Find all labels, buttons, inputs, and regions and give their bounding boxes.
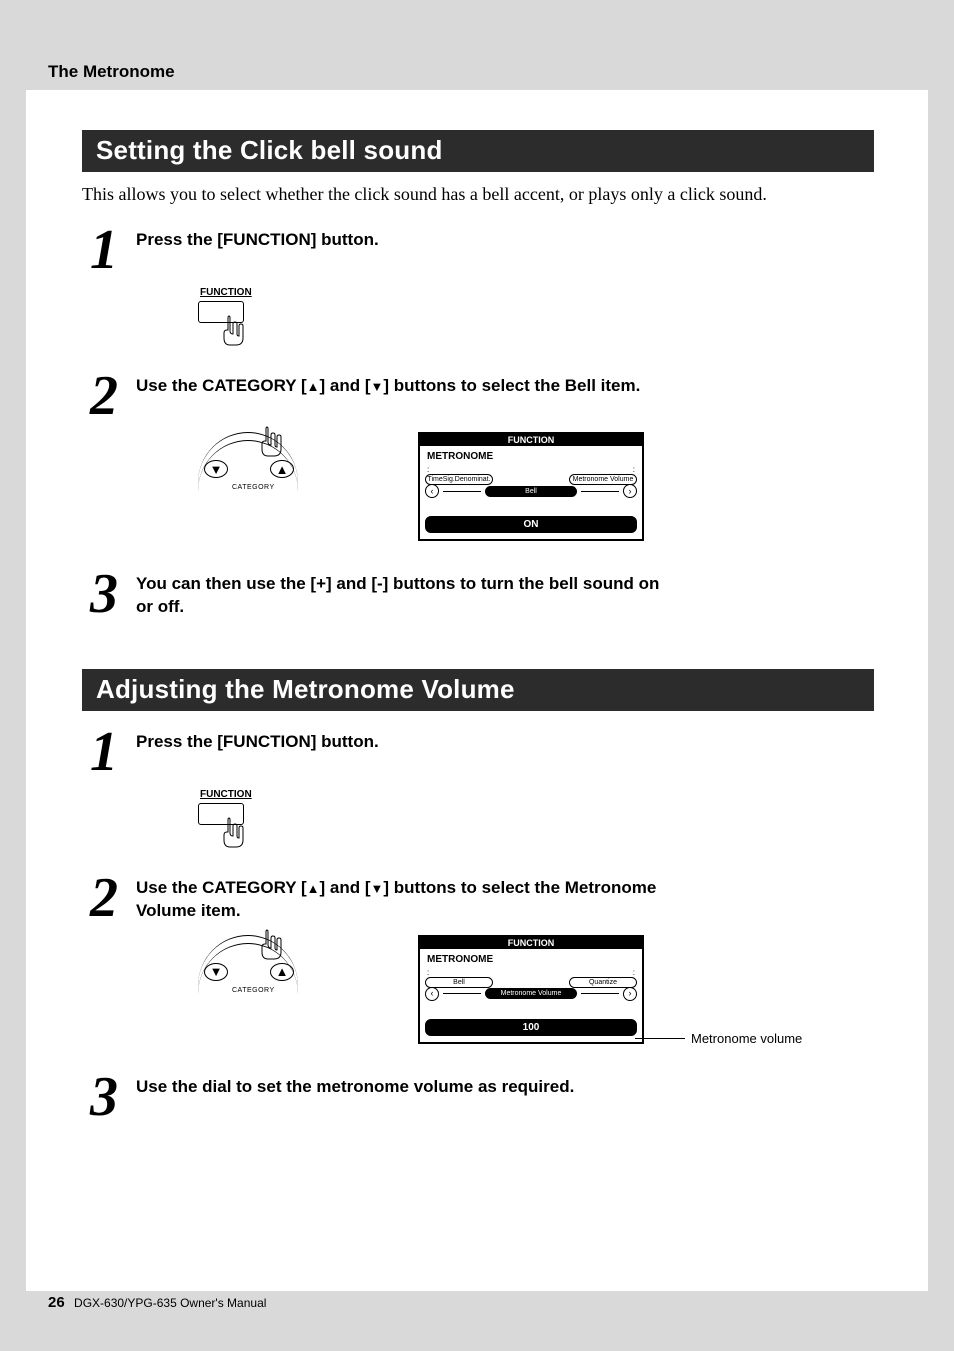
section1-intro: This allows you to select whether the cl… <box>82 184 874 205</box>
step-text-part: ] and [ <box>320 376 371 395</box>
lcd-screen-1: FUNCTION METRONOME : : TimeSig.Denominat… <box>418 432 644 541</box>
section2-step3: 3 Use the dial to set the metronome volu… <box>82 1074 874 1122</box>
lcd-nav-left-icon: ‹ <box>425 484 439 498</box>
lcd-tab-left: TimeSig.Denominat. <box>425 474 493 485</box>
category-buttons-art: ▼ ▲ CATEGORY <box>198 935 318 1015</box>
lcd-main-value: 100 <box>425 1019 637 1036</box>
lcd-screen-2: FUNCTION METRONOME : : Bell Quantize <box>418 935 644 1044</box>
hand-icon <box>220 817 250 849</box>
section1-step3: 3 You can then use the [+] and [-] butto… <box>82 571 874 619</box>
section2-title: Adjusting the Metronome Volume <box>82 669 874 711</box>
lcd-titlebar: FUNCTION <box>420 937 642 949</box>
step-number: 1 <box>82 729 126 777</box>
down-arrow-icon: ▼ <box>371 380 384 393</box>
step-number: 2 <box>82 875 126 923</box>
step-number: 3 <box>82 571 126 619</box>
section2-step1: 1 Press the [FUNCTION] button. <box>82 729 874 777</box>
lcd-center-tab: Metronome Volume <box>485 988 577 999</box>
lcd-subcategory: METRONOME <box>427 451 637 462</box>
lcd-tab-right: Quantize <box>569 977 637 988</box>
step-text-part: Use the CATEGORY [ <box>136 376 307 395</box>
function-button-illustration: FUNCTION <box>198 287 874 347</box>
lcd-main-value: ON <box>425 516 637 533</box>
lcd-titlebar: FUNCTION <box>420 434 642 446</box>
colon-mark: : <box>633 465 635 474</box>
page-number: 26 <box>48 1294 65 1311</box>
colon-mark: : <box>633 968 635 977</box>
category-label: CATEGORY <box>232 987 275 994</box>
lcd-center-tab: Bell <box>485 486 577 497</box>
lcd-nav-left-icon: ‹ <box>425 987 439 1001</box>
manual-title: DGX-630/YPG-635 Owner's Manual <box>74 1296 266 1310</box>
step-text: Press the [FUNCTION] button. <box>136 731 379 754</box>
section1-step2: 2 Use the CATEGORY [▲] and [▼] buttons t… <box>82 373 874 421</box>
step-text-part: ] and [ <box>320 878 371 897</box>
up-arrow-icon: ▲ <box>307 882 320 895</box>
step-number: 1 <box>82 227 126 275</box>
lcd-tab-left: Bell <box>425 977 493 988</box>
page-footer: 26 DGX-630/YPG-635 Owner's Manual <box>48 1294 266 1311</box>
step-text-part: Use the CATEGORY [ <box>136 878 307 897</box>
category-label: CATEGORY <box>232 484 275 491</box>
lcd-nav-right-icon: › <box>623 484 637 498</box>
category-illustration-row-2: ▼ ▲ CATEGORY FUNCTION METRONOME : : <box>198 935 874 1044</box>
step-text: Use the CATEGORY [▲] and [▼] buttons to … <box>136 877 676 923</box>
section1-title: Setting the Click bell sound <box>82 130 874 172</box>
step-text: You can then use the [+] and [-] buttons… <box>136 573 676 619</box>
annotation-metronome-volume: Metronome volume <box>635 1031 802 1046</box>
category-down-button-icon: ▼ <box>204 963 228 981</box>
up-arrow-icon: ▲ <box>307 380 320 393</box>
step-number: 3 <box>82 1074 126 1122</box>
category-up-button-icon: ▲ <box>270 963 294 981</box>
step-number: 2 <box>82 373 126 421</box>
annotation-text: Metronome volume <box>691 1031 802 1046</box>
down-arrow-icon: ▼ <box>371 882 384 895</box>
colon-mark: : <box>427 968 429 977</box>
function-label: FUNCTION <box>200 789 874 800</box>
breadcrumb: The Metronome <box>48 62 175 82</box>
colon-mark: : <box>427 465 429 474</box>
function-label: FUNCTION <box>200 287 874 298</box>
section2-step2: 2 Use the CATEGORY [▲] and [▼] buttons t… <box>82 875 874 923</box>
step-text-part: ] buttons to select the Bell item. <box>383 376 640 395</box>
section1-step1: 1 Press the [FUNCTION] button. <box>82 227 874 275</box>
step-text: Press the [FUNCTION] button. <box>136 229 379 252</box>
function-button-illustration: FUNCTION <box>198 789 874 849</box>
hand-icon <box>220 315 250 347</box>
category-buttons-art: ▼ ▲ CATEGORY <box>198 432 318 512</box>
step-text: Use the dial to set the metronome volume… <box>136 1076 574 1099</box>
lcd-subcategory: METRONOME <box>427 954 637 965</box>
step-text: Use the CATEGORY [▲] and [▼] buttons to … <box>136 375 640 398</box>
lcd-nav-right-icon: › <box>623 987 637 1001</box>
category-illustration-row: ▼ ▲ CATEGORY FUNCTION METRONOME : : <box>198 432 874 541</box>
